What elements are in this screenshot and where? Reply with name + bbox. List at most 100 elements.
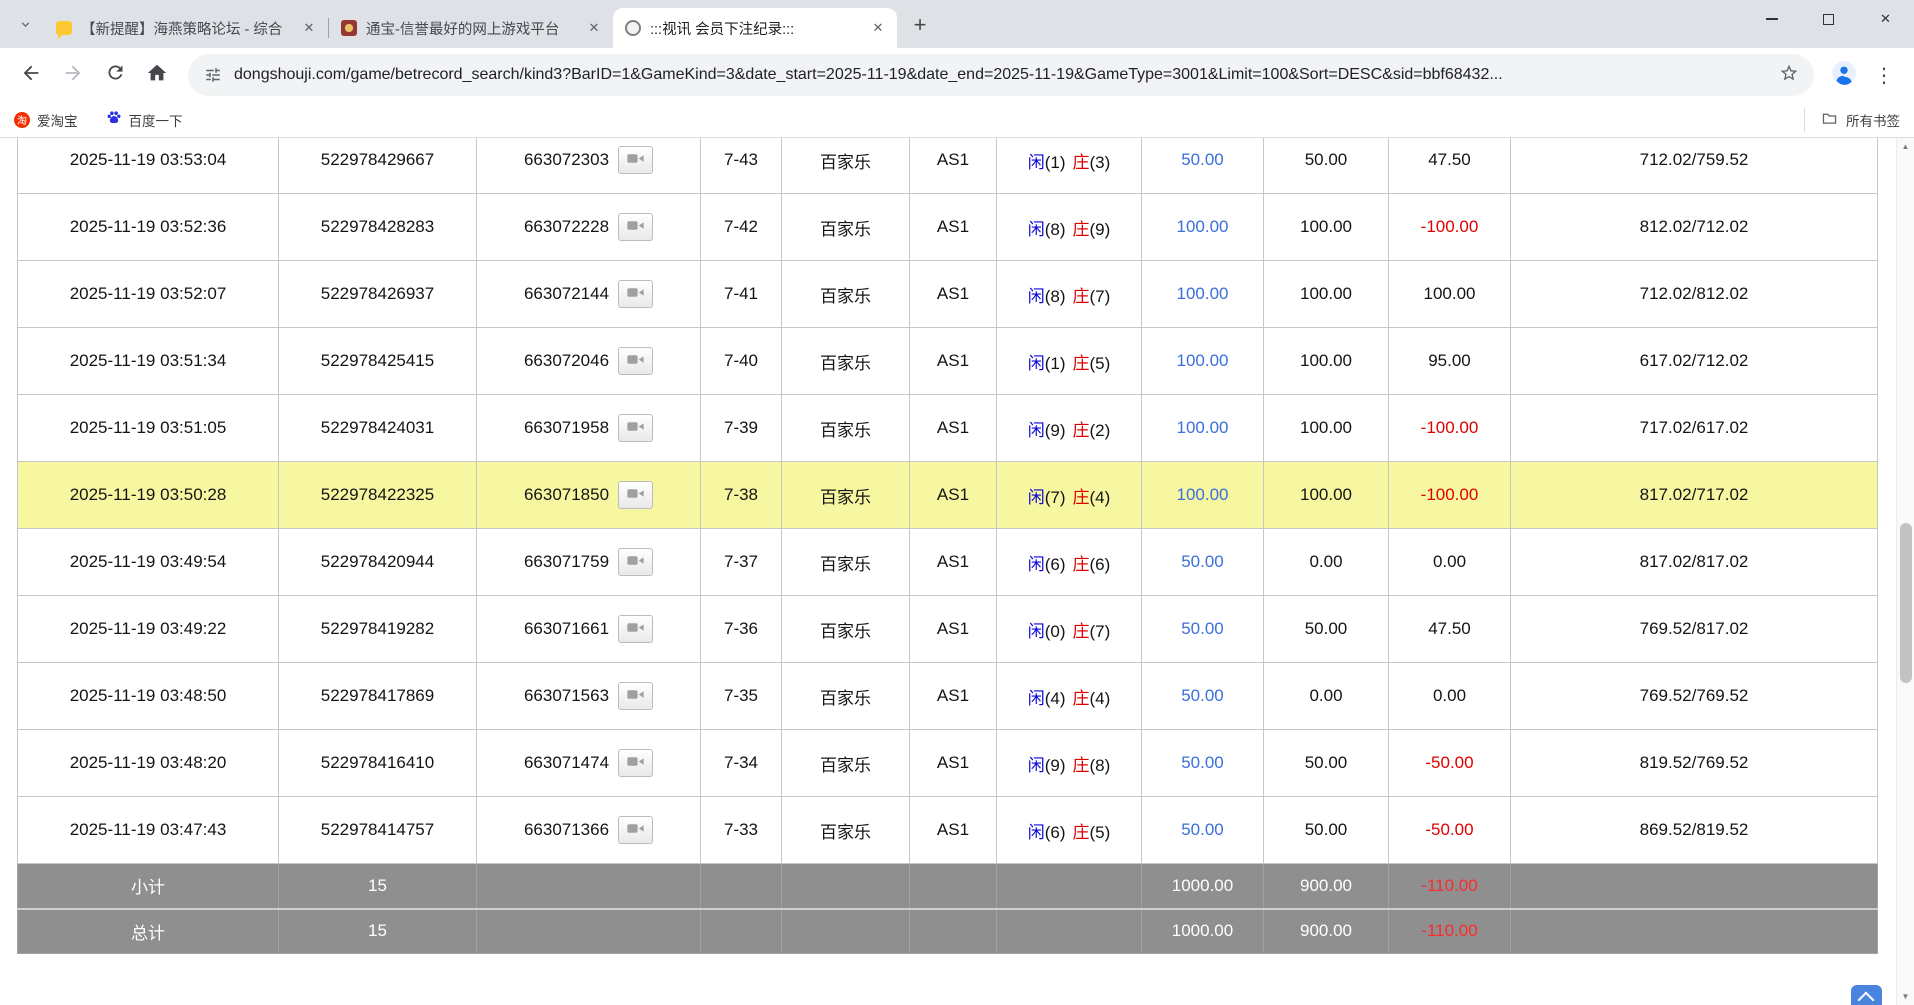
bet-amount-link[interactable]: 50.00: [1181, 150, 1224, 169]
browser-menu-button[interactable]: ⋮: [1864, 55, 1904, 95]
back-to-top-button[interactable]: [1851, 985, 1882, 1005]
forward-button[interactable]: [52, 54, 94, 96]
table-row[interactable]: 2025-11-19 03:51:34 522978425415 6630720…: [18, 328, 1878, 395]
bet-amount-link[interactable]: 50.00: [1181, 686, 1224, 705]
minimize-button[interactable]: [1743, 0, 1800, 38]
empty-cell: [701, 864, 782, 909]
replay-video-button[interactable]: [618, 615, 653, 643]
bet-time: 2025-11-19 03:49:54: [70, 552, 227, 571]
table-row[interactable]: 2025-11-19 03:48:50 522978417869 6630715…: [18, 663, 1878, 730]
tab-close-icon[interactable]: ✕: [867, 17, 889, 39]
bet-id: 522978419282: [321, 619, 434, 638]
game-id: 663072046: [524, 351, 609, 371]
replay-video-button[interactable]: [618, 749, 653, 777]
bookmark-baidu[interactable]: 百度一下: [106, 110, 183, 130]
replay-video-button[interactable]: [618, 548, 653, 576]
cell-round: 7-42: [701, 194, 782, 261]
cell-valid-amount: 0.00: [1264, 529, 1389, 596]
table-row[interactable]: 2025-11-19 03:47:43 522978414757 6630713…: [18, 797, 1878, 864]
bet-amount-link[interactable]: 100.00: [1177, 351, 1229, 370]
replay-video-button[interactable]: [618, 414, 653, 442]
bet-amount-link[interactable]: 50.00: [1181, 753, 1224, 772]
banker-result: 庄: [1073, 689, 1090, 708]
cell-round: 7-43: [701, 138, 782, 194]
back-button[interactable]: [10, 54, 52, 96]
bookmark-star-button[interactable]: [1772, 58, 1806, 92]
game-type: 百家乐: [820, 287, 871, 306]
banker-score: (9): [1090, 220, 1111, 239]
bet-time: 2025-11-19 03:48:50: [70, 686, 227, 705]
new-tab-button[interactable]: +: [905, 10, 935, 40]
replay-video-button[interactable]: [618, 682, 653, 710]
bet-time: 2025-11-19 03:48:20: [70, 753, 227, 772]
player-score: (9): [1045, 421, 1066, 440]
bookmark-label: 爱淘宝: [37, 110, 78, 130]
bet-amount-link[interactable]: 100.00: [1177, 418, 1229, 437]
game-id: 663071850: [524, 485, 609, 505]
tab-tongbao[interactable]: 通宝-信誉最好的网上游戏平台 ✕: [329, 8, 613, 48]
bet-amount-link[interactable]: 50.00: [1181, 820, 1224, 839]
tab-search-button[interactable]: [10, 12, 40, 42]
scroll-down-arrow[interactable]: ▼: [1897, 988, 1914, 1005]
replay-video-button[interactable]: [618, 347, 653, 375]
table-row[interactable]: 2025-11-19 03:51:05 522978424031 6630719…: [18, 395, 1878, 462]
table-row[interactable]: 2025-11-19 03:52:07 522978426937 6630721…: [18, 261, 1878, 328]
bet-amount-link[interactable]: 50.00: [1181, 552, 1224, 571]
game-id: 663071474: [524, 753, 609, 773]
video-camera-icon: [627, 150, 644, 170]
table-row[interactable]: 2025-11-19 03:53:04 522978429667 6630723…: [18, 138, 1878, 194]
total-count: 15: [279, 909, 477, 954]
cell-balance: 769.52/769.52: [1511, 663, 1878, 730]
video-camera-icon: [627, 485, 644, 505]
player-score: (6): [1045, 823, 1066, 842]
empty-cell: [782, 909, 910, 954]
cell-table: AS1: [910, 395, 997, 462]
close-window-button[interactable]: ✕: [1857, 0, 1914, 38]
vertical-scrollbar[interactable]: ▲ ▼: [1896, 138, 1914, 1005]
table-code: AS1: [937, 552, 969, 571]
cell-balance: 817.02/717.02: [1511, 462, 1878, 529]
player-result: 闲: [1028, 488, 1045, 507]
bet-amount-link[interactable]: 50.00: [1181, 619, 1224, 638]
address-bar[interactable]: dongshouji.com/game/betrecord_search/kin…: [188, 54, 1814, 96]
cell-game-id: 663071474: [477, 730, 701, 797]
page-content: 2025-11-19 03:53:04 522978429667 6630723…: [0, 138, 1914, 1005]
tab-close-icon[interactable]: ✕: [583, 17, 605, 39]
table-row[interactable]: 2025-11-19 03:50:28 522978422325 6630718…: [18, 462, 1878, 529]
maximize-button[interactable]: [1800, 0, 1857, 38]
tab-bet-records-active[interactable]: :::视讯 会员下注纪录::: ✕: [613, 8, 897, 48]
bookmark-taobao[interactable]: 淘 爱淘宝: [14, 110, 78, 130]
tab-forum[interactable]: 【新提醒】海燕策略论坛 - 综合 ✕: [44, 8, 328, 48]
bet-amount-link[interactable]: 100.00: [1177, 485, 1229, 504]
scrollbar-thumb[interactable]: [1900, 523, 1912, 683]
replay-video-button[interactable]: [618, 481, 653, 509]
refresh-button[interactable]: [94, 54, 136, 96]
table-row[interactable]: 2025-11-19 03:48:20 522978416410 6630714…: [18, 730, 1878, 797]
valid-amount: 100.00: [1300, 284, 1352, 303]
table-row[interactable]: 2025-11-19 03:49:54 522978420944 6630717…: [18, 529, 1878, 596]
tab-close-icon[interactable]: ✕: [298, 17, 320, 39]
bet-id: 522978426937: [321, 284, 434, 303]
replay-video-button[interactable]: [618, 146, 653, 174]
profile-button[interactable]: [1824, 55, 1864, 95]
player-result: 闲: [1028, 421, 1045, 440]
replay-video-button[interactable]: [618, 816, 653, 844]
scroll-up-arrow[interactable]: ▲: [1897, 138, 1914, 155]
banker-score: (7): [1090, 287, 1111, 306]
home-button[interactable]: [136, 54, 178, 96]
baidu-paw-icon: [106, 110, 122, 129]
cell-valid-amount: 50.00: [1264, 596, 1389, 663]
replay-video-button[interactable]: [618, 280, 653, 308]
forum-favicon-icon: [56, 21, 72, 35]
game-id: 663071759: [524, 552, 609, 572]
bet-amount-link[interactable]: 100.00: [1177, 217, 1229, 236]
replay-video-button[interactable]: [618, 213, 653, 241]
bet-amount-link[interactable]: 100.00: [1177, 284, 1229, 303]
cell-table: AS1: [910, 596, 997, 663]
table-row[interactable]: 2025-11-19 03:49:22 522978419282 6630716…: [18, 596, 1878, 663]
balance-value: 769.52/817.02: [1640, 619, 1749, 638]
table-row[interactable]: 2025-11-19 03:52:36 522978428283 6630722…: [18, 194, 1878, 261]
bookmark-label: 百度一下: [129, 110, 183, 130]
url-text[interactable]: dongshouji.com/game/betrecord_search/kin…: [234, 66, 1772, 84]
all-bookmarks-button[interactable]: 所有书签: [1804, 108, 1900, 132]
